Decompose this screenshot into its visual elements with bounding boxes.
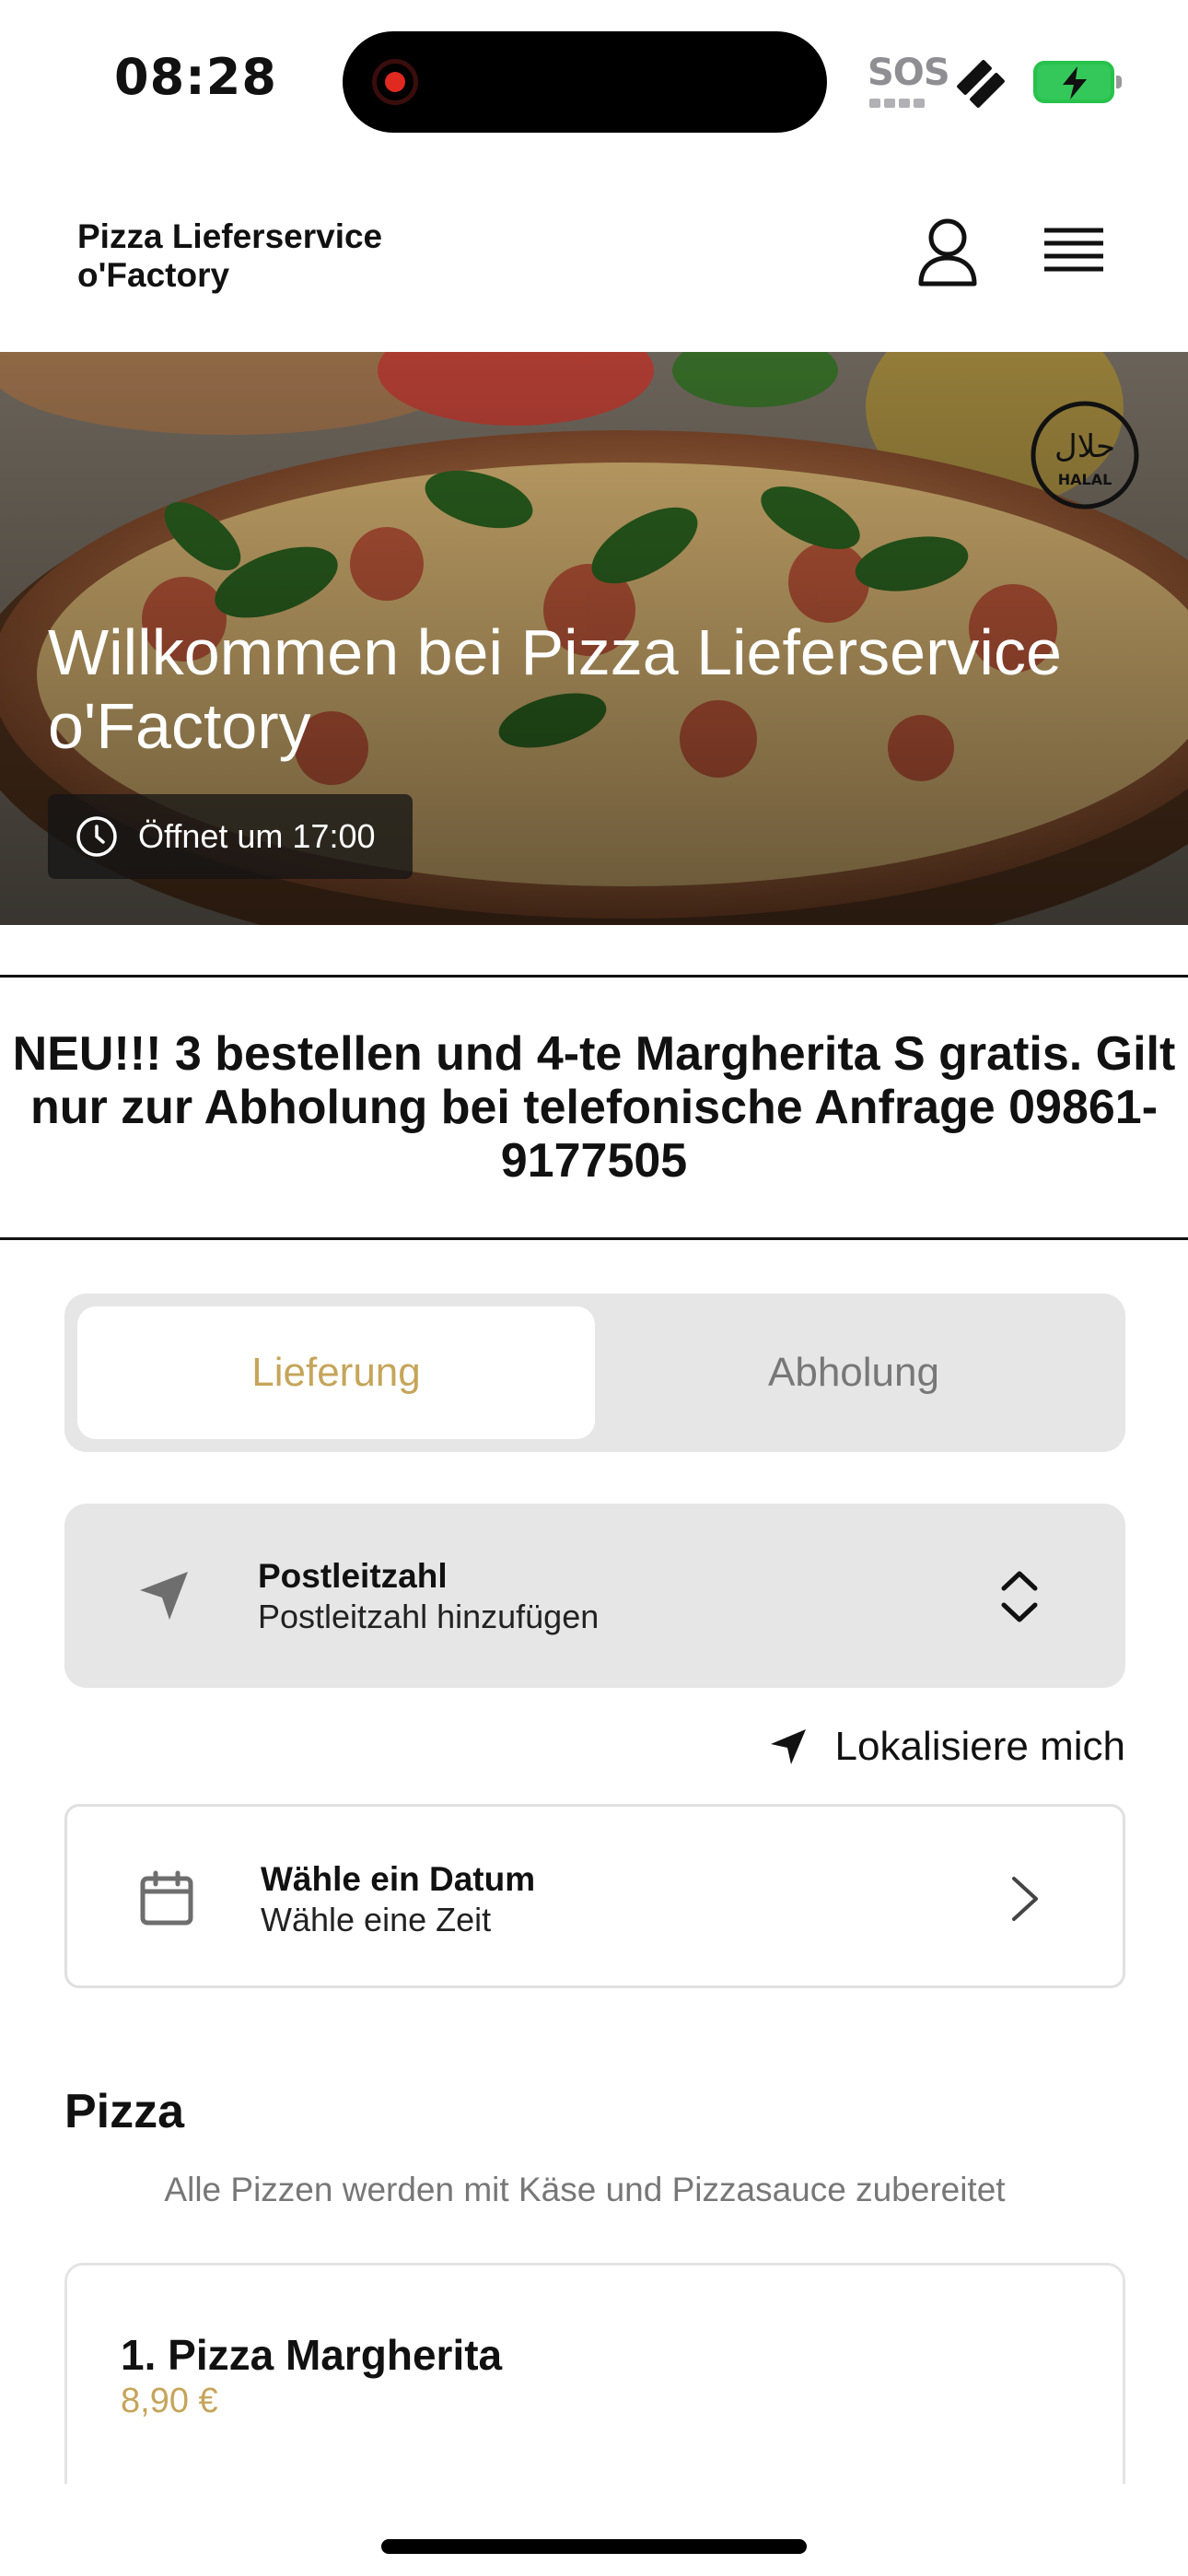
hero-title: Willkommen bei Pizza Lieferservice o'Fac… bbox=[48, 616, 1062, 762]
time-label: Wähle eine Zeit bbox=[261, 1901, 492, 1938]
menu-item-price: 8,90 € bbox=[121, 2382, 218, 2420]
status-time: 08:28 bbox=[114, 48, 277, 106]
dynamic-island bbox=[343, 31, 827, 133]
hamburger-menu-icon[interactable] bbox=[1042, 227, 1105, 280]
sos-signal-dots bbox=[869, 96, 930, 108]
halal-badge-icon: حلال HALAL bbox=[1031, 401, 1139, 509]
postal-code-placeholder: Postleitzahl hinzufügen bbox=[258, 1598, 600, 1635]
chevron-up-down-icon bbox=[1001, 1571, 1038, 1622]
calendar-icon bbox=[140, 1870, 193, 1926]
opening-time-badge: Öffnet um 17:00 bbox=[48, 794, 413, 879]
user-account-icon[interactable] bbox=[917, 217, 978, 287]
category-description: Alle Pizzen werden mit Käse und Pizzasau… bbox=[164, 2171, 1006, 2208]
battery-charging-icon bbox=[1033, 61, 1122, 103]
brand-name[interactable]: Pizza Lieferservice o'Factory bbox=[77, 217, 501, 295]
locate-me-button[interactable]: Lokalisiere mich bbox=[748, 1717, 1125, 1776]
app-header: Pizza Lieferservice o'Factory bbox=[0, 157, 1188, 352]
hero-banner: حلال HALAL Willkommen bei Pizza Lieferse… bbox=[0, 352, 1188, 925]
postal-code-label: Postleitzahl bbox=[258, 1557, 448, 1595]
category-title: Pizza bbox=[64, 2085, 185, 2138]
chevron-right-icon bbox=[1012, 1877, 1038, 1921]
status-bar: 08:28 SOS bbox=[0, 0, 1188, 157]
home-indicator[interactable] bbox=[381, 2539, 807, 2554]
bottom-safe-area bbox=[0, 2484, 1188, 2576]
brand-line-1: Pizza Lieferservice bbox=[77, 217, 383, 255]
menu-item-name: 1. Pizza Margherita bbox=[121, 2331, 503, 2379]
tab-pickup[interactable]: Abholung bbox=[595, 1306, 1112, 1439]
announcement-text: NEU!!! 3 bestellen und 4-te Margherita S… bbox=[12, 1027, 1176, 1188]
date-label: Wähle ein Datum bbox=[261, 1860, 536, 1898]
svg-text:حلال: حلال bbox=[1054, 428, 1115, 465]
date-time-selector[interactable]: Wähle ein Datum Wähle eine Zeit bbox=[64, 1804, 1125, 1988]
navigation-arrow-icon bbox=[140, 1572, 188, 1620]
svg-text:HALAL: HALAL bbox=[1058, 471, 1112, 488]
satellite-icon bbox=[957, 60, 1005, 108]
locate-me-label: Lokalisiere mich bbox=[834, 1724, 1125, 1769]
opening-time-text: Öffnet um 17:00 bbox=[138, 817, 376, 855]
clock-icon bbox=[76, 816, 117, 857]
order-mode-toggle: Lieferung Abholung bbox=[64, 1294, 1125, 1452]
tab-delivery[interactable]: Lieferung bbox=[77, 1306, 595, 1439]
recording-indicator-icon bbox=[372, 59, 418, 105]
sos-indicator: SOS bbox=[868, 52, 950, 94]
location-arrow-icon bbox=[770, 1729, 806, 1764]
brand-line-2: o'Factory bbox=[77, 256, 230, 294]
postal-code-selector[interactable]: Postleitzahl Postleitzahl hinzufügen bbox=[64, 1504, 1125, 1688]
announcement-banner: NEU!!! 3 bestellen und 4-te Margherita S… bbox=[0, 975, 1188, 1240]
